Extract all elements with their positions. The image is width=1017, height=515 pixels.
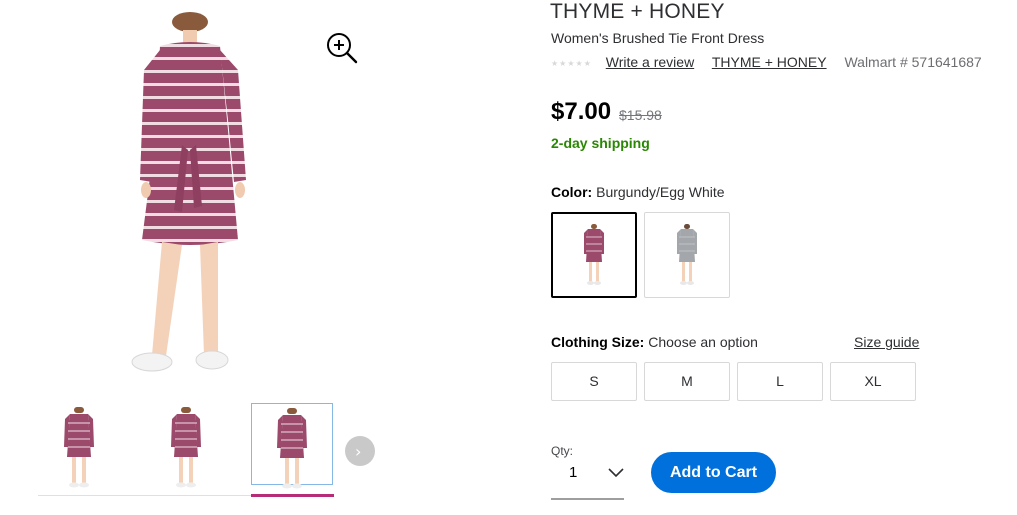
thumbnail-3[interactable] bbox=[251, 403, 333, 489]
dress-photo bbox=[131, 12, 246, 372]
current-price: $7.00 bbox=[551, 98, 612, 125]
thumbnail-dress-icon bbox=[171, 407, 201, 488]
shipping-badge: 2-day shipping bbox=[551, 135, 650, 151]
brand-link[interactable]: THYME + HONEY bbox=[712, 54, 827, 70]
thumbnail-active-indicator bbox=[251, 494, 334, 497]
quantity-label: Qty: bbox=[551, 444, 574, 458]
thumbnail-2[interactable] bbox=[145, 403, 227, 488]
zoom-in-icon[interactable] bbox=[324, 30, 358, 64]
size-option-l[interactable]: L bbox=[737, 362, 823, 401]
was-price: $15.98 bbox=[619, 107, 662, 123]
color-swatch-gray[interactable] bbox=[644, 212, 730, 298]
brand-title: THYME + HONEY bbox=[550, 0, 725, 23]
rating-row: ★★★★★ Write a review THYME + HONEY Walma… bbox=[551, 54, 982, 72]
thumbnail-dress-icon bbox=[64, 407, 94, 488]
walmart-number: Walmart # 571641687 bbox=[844, 54, 982, 70]
quantity-value: 1 bbox=[569, 464, 578, 481]
size-option-m[interactable]: M bbox=[644, 362, 730, 401]
color-swatch-burgundy[interactable] bbox=[551, 212, 637, 298]
add-to-cart-button[interactable]: Add to Cart bbox=[651, 452, 776, 493]
size-option-s[interactable]: S bbox=[551, 362, 637, 401]
color-label-title: Color: bbox=[551, 184, 593, 200]
gray-dress-icon bbox=[677, 224, 697, 285]
product-name: Women's Brushed Tie Front Dress bbox=[551, 30, 765, 46]
color-selected-value: Burgundy/Egg White bbox=[596, 184, 725, 200]
thumbnail-strip: › bbox=[38, 403, 384, 501]
chevron-down-icon bbox=[608, 468, 624, 478]
burgundy-dress-icon bbox=[584, 224, 604, 285]
size-guide-link[interactable]: Size guide bbox=[854, 334, 919, 350]
color-label: Color: Burgundy/Egg White bbox=[551, 184, 725, 200]
size-label-title: Clothing Size: bbox=[551, 334, 645, 350]
write-review-link[interactable]: Write a review bbox=[606, 54, 694, 70]
size-option-xl[interactable]: XL bbox=[830, 362, 916, 401]
quantity-select[interactable]: 1 bbox=[551, 458, 624, 500]
rating-stars-icon: ★★★★★ bbox=[551, 58, 592, 68]
size-label: Clothing Size: Choose an option bbox=[551, 334, 758, 350]
chevron-right-icon[interactable]: › bbox=[345, 436, 375, 466]
thumbnail-dress-icon bbox=[277, 408, 307, 489]
thumbnail-1[interactable] bbox=[38, 403, 120, 488]
main-product-image[interactable] bbox=[100, 10, 290, 390]
size-placeholder: Choose an option bbox=[648, 334, 758, 350]
